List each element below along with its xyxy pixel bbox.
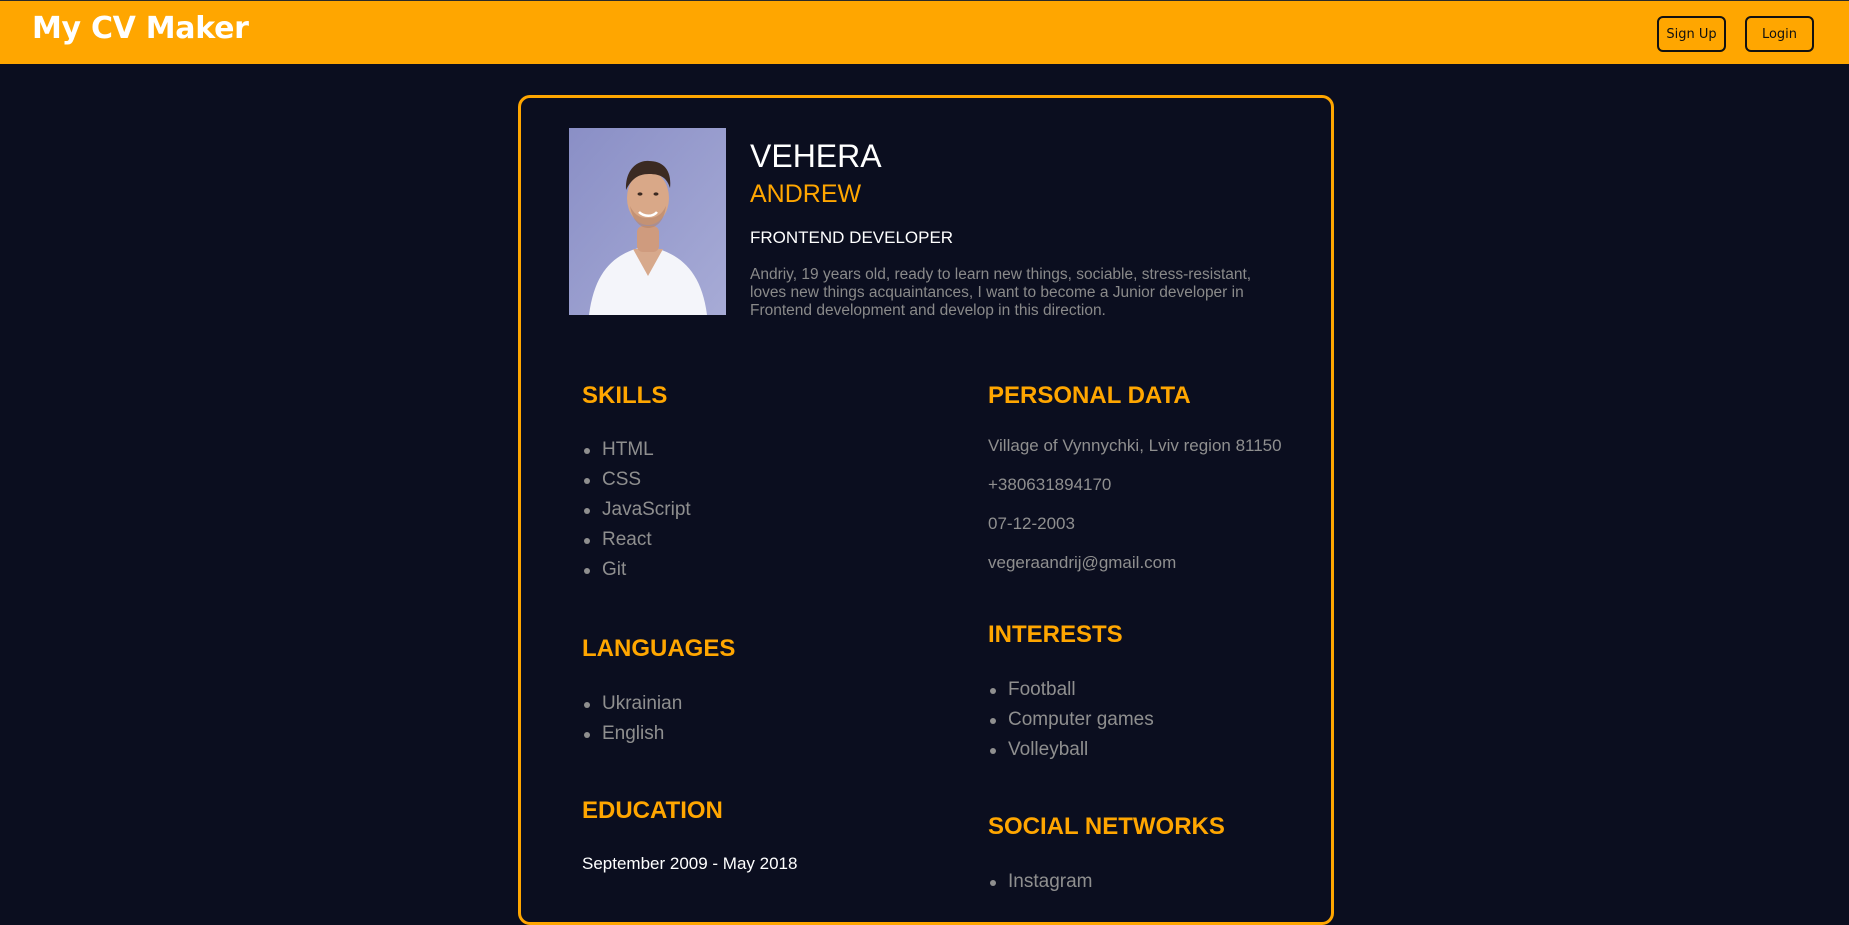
skill-item: Git (582, 555, 691, 585)
interests-list: Football Computer games Volleyball (988, 675, 1154, 765)
email-text: vegeraandrij@gmail.com (988, 553, 1177, 572)
about-text: Andriy, 19 years old, ready to learn new… (750, 266, 1252, 319)
sign-up-button[interactable]: Sign Up (1657, 16, 1726, 52)
skills-heading: SKILLS (582, 382, 668, 409)
job-title: FRONTEND DEVELOPER (750, 228, 954, 247)
language-item: Ukrainian (582, 689, 682, 719)
skill-item: CSS (582, 465, 691, 495)
first-name: ANDREW (750, 180, 862, 208)
profile-photo (569, 128, 726, 315)
languages-list: Ukrainian English (582, 689, 682, 749)
language-item: English (582, 719, 682, 749)
personal-data-heading: PERSONAL DATA (988, 382, 1191, 409)
skills-list: HTML CSS JavaScript React Git (582, 435, 691, 585)
social-network-item[interactable]: Instagram (988, 867, 1092, 897)
address-text: Village of Vynnychki, Lviv region 81150 (988, 436, 1282, 455)
brand-logo[interactable]: My CV Maker (32, 11, 249, 46)
interests-heading: INTERESTS (988, 621, 1123, 648)
skill-item: React (582, 525, 691, 555)
social-networks-heading: SOCIAL NETWORKS (988, 813, 1225, 840)
education-heading: EDUCATION (582, 797, 723, 824)
login-button[interactable]: Login (1745, 16, 1814, 52)
birthdate-text: 07-12-2003 (988, 514, 1075, 533)
skill-item: HTML (582, 435, 691, 465)
skill-item: JavaScript (582, 495, 691, 525)
interest-item: Football (988, 675, 1154, 705)
education-period: September 2009 - May 2018 (582, 854, 798, 873)
languages-heading: LANGUAGES (582, 635, 736, 662)
social-networks-list: Instagram (988, 867, 1092, 897)
last-name: VEHERA (750, 138, 882, 174)
interest-item: Volleyball (988, 735, 1154, 765)
interest-item: Computer games (988, 705, 1154, 735)
top-navbar: My CV Maker Sign Up Login (0, 0, 1849, 64)
phone-text: +380631894170 (988, 475, 1112, 494)
